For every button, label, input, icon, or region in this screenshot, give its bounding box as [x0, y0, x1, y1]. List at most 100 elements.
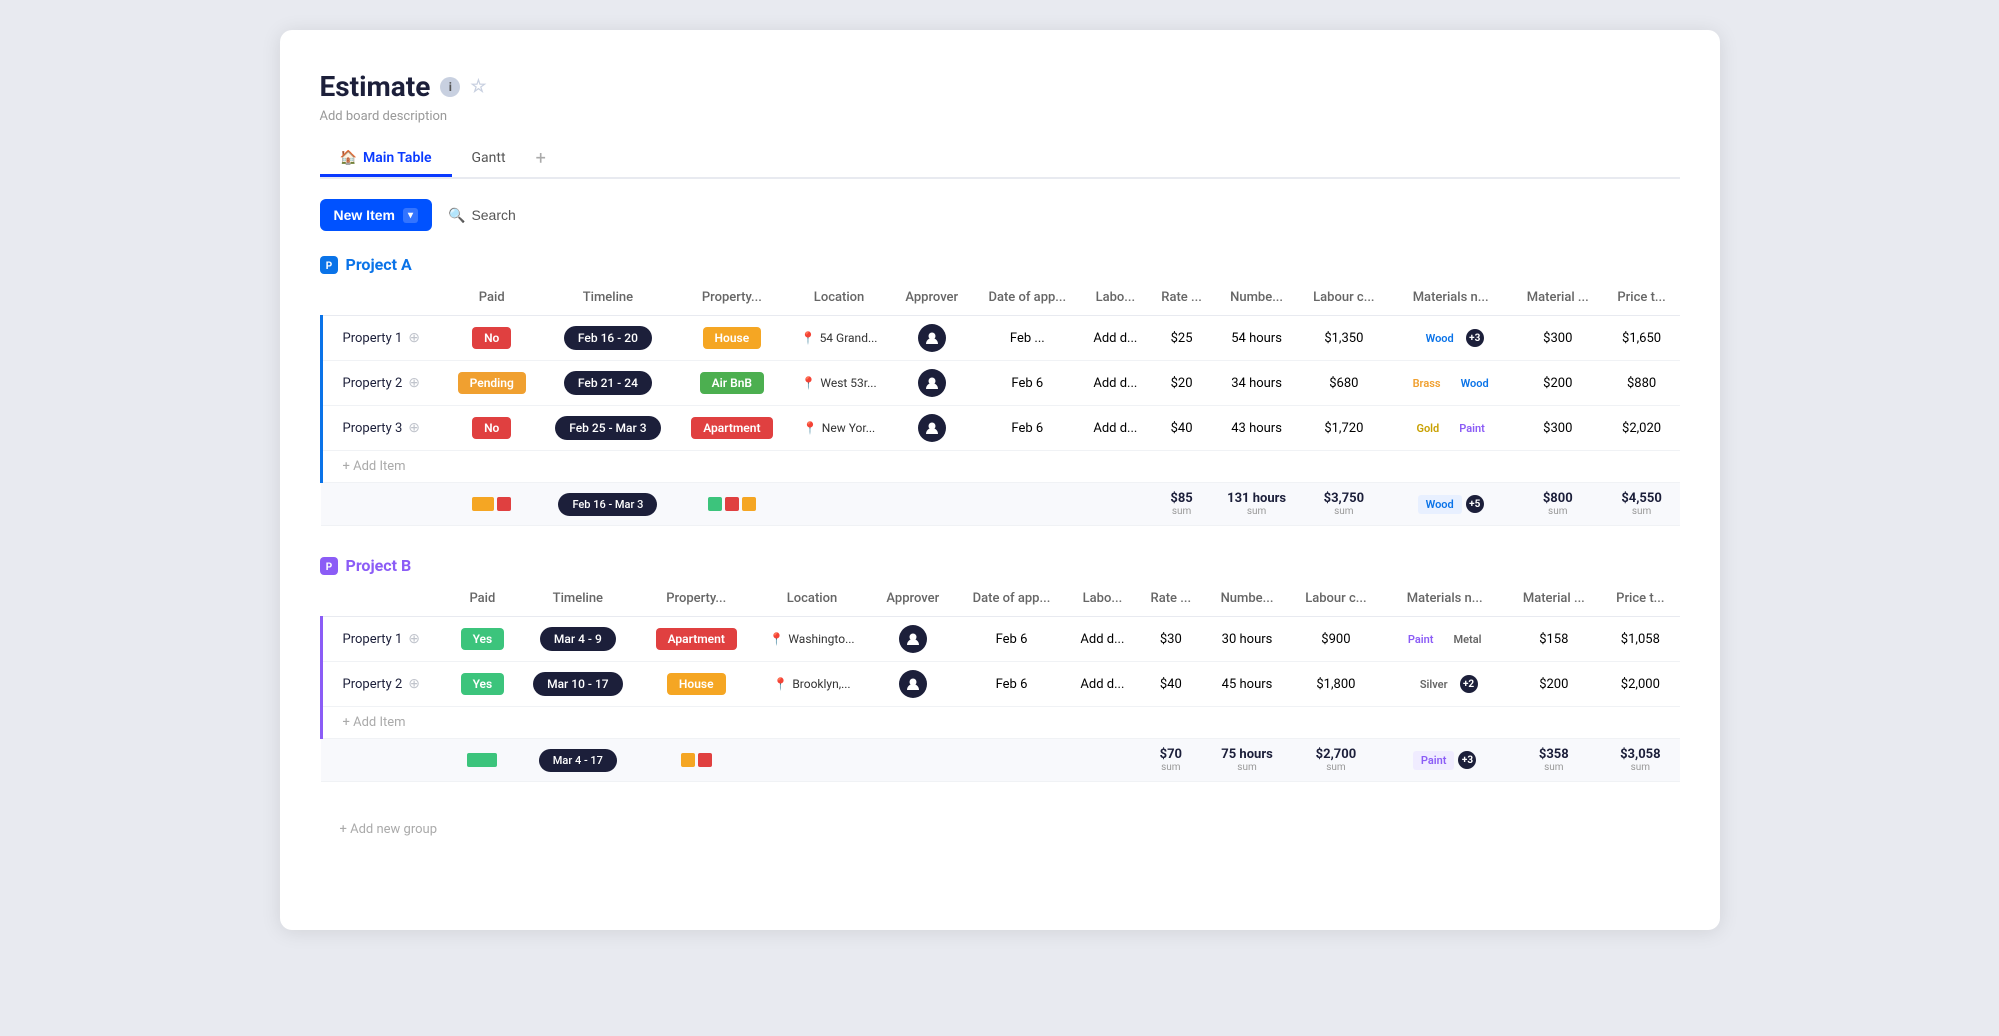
col-labourcost-b: Labour c...	[1289, 581, 1383, 617]
timeline-cell[interactable]: Feb 25 - Mar 3	[539, 406, 677, 451]
date-cell: Feb ...	[972, 316, 1082, 361]
labourcost-cell: $1,720	[1298, 406, 1389, 451]
table-row: Property 2 ⊕ Yes Mar 10 - 17 House 📍 Bro…	[321, 662, 1680, 707]
table-row: Property 1 ⊕ No Feb 16 - 20 House 📍 54 G…	[321, 316, 1680, 361]
col-timeline-b: Timeline	[516, 581, 639, 617]
search-icon: 🔍	[448, 207, 465, 224]
star-icon[interactable]: ☆	[470, 76, 486, 97]
project-a-table: Paid Timeline Property... Location Appro…	[320, 280, 1680, 526]
labo-cell: Add d...	[1082, 361, 1148, 406]
property-cell[interactable]: Apartment	[677, 406, 787, 451]
approver-cell	[871, 662, 955, 707]
location-cell: 📍 54 Grand...	[787, 316, 892, 361]
timeline-cell[interactable]: Mar 10 - 17	[516, 662, 639, 707]
property-cell[interactable]: House	[640, 662, 753, 707]
approver-cell	[871, 617, 955, 662]
rate-cell: $25	[1148, 316, 1215, 361]
paid-cell[interactable]: Yes	[449, 617, 517, 662]
add-row-icon[interactable]: ⊕	[408, 676, 420, 692]
number-cell: 30 hours	[1205, 617, 1289, 662]
project-a-title: Project A	[346, 255, 412, 274]
row-name-cell: Property 2 ⊕	[321, 361, 445, 406]
home-icon: 🏠	[340, 150, 357, 166]
tab-bar: 🏠 Main Table Gantt +	[320, 140, 1680, 179]
col-matcost-b: Material ...	[1506, 581, 1601, 617]
location-cell: 📍 Brooklyn,...	[753, 662, 871, 707]
add-row-icon[interactable]: ⊕	[408, 420, 420, 436]
matcost-cell: $300	[1512, 406, 1604, 451]
project-b-header-row: Paid Timeline Property... Location Appro…	[321, 581, 1680, 617]
labourcost-cell: $1,350	[1298, 316, 1389, 361]
col-approver-a: Approver	[891, 280, 972, 316]
location-pin-icon: 📍	[801, 331, 816, 345]
paid-cell[interactable]: No	[445, 406, 539, 451]
number-cell: 45 hours	[1205, 662, 1289, 707]
col-matcost-a: Material ...	[1512, 280, 1604, 316]
page-subtitle: Add board description	[320, 109, 1680, 124]
new-item-button[interactable]: New Item ▾	[320, 199, 433, 231]
table-row: Property 1 ⊕ Yes Mar 4 - 9 Apartment 📍 W…	[321, 617, 1680, 662]
tab-add-button[interactable]: +	[526, 140, 556, 177]
number-cell: 43 hours	[1215, 406, 1298, 451]
project-a-header-row: Paid Timeline Property... Location Appro…	[321, 280, 1680, 316]
project-a-section: P Project A Paid Timeline Property... Lo…	[320, 255, 1680, 526]
rate-cell: $40	[1148, 406, 1215, 451]
avatar	[899, 625, 927, 653]
add-row-icon[interactable]: ⊕	[408, 375, 420, 391]
tab-gantt[interactable]: Gantt	[452, 142, 526, 177]
col-price-b: Price t...	[1601, 581, 1679, 617]
avatar	[899, 670, 927, 698]
add-row-icon[interactable]: ⊕	[408, 330, 420, 346]
project-a-table-wrapper: Paid Timeline Property... Location Appro…	[320, 280, 1680, 526]
property-cell[interactable]: Apartment	[640, 617, 753, 662]
property-cell[interactable]: Air BnB	[677, 361, 787, 406]
col-approver-b: Approver	[871, 581, 955, 617]
col-number-a: Numbe...	[1215, 280, 1298, 316]
col-rate-a: Rate ...	[1148, 280, 1215, 316]
matname-cell: Paint Metal	[1383, 617, 1507, 662]
location-cell: 📍 New Yor...	[787, 406, 892, 451]
timeline-cell[interactable]: Mar 4 - 9	[516, 617, 639, 662]
avatar	[918, 414, 946, 442]
col-timeline-a: Timeline	[539, 280, 677, 316]
row-name-cell: Property 1 ⊕	[321, 617, 449, 662]
tab-main-table[interactable]: 🏠 Main Table	[320, 142, 452, 177]
location-pin-icon: 📍	[773, 677, 788, 691]
paid-cell[interactable]: Yes	[449, 662, 517, 707]
table-row: Property 3 ⊕ No Feb 25 - Mar 3 Apartment…	[321, 406, 1680, 451]
page-header: Estimate i ☆	[320, 70, 1680, 103]
paid-cell[interactable]: No	[445, 316, 539, 361]
paid-cell[interactable]: Pending	[445, 361, 539, 406]
timeline-cell[interactable]: Feb 16 - 20	[539, 316, 677, 361]
avatar	[918, 324, 946, 352]
matname-cell: Gold Paint	[1389, 406, 1512, 451]
add-item-row-a[interactable]: + Add Item	[321, 451, 1680, 483]
col-labourcost-a: Labour c...	[1298, 280, 1389, 316]
rate-cell: $40	[1136, 662, 1205, 707]
project-b-title: Project B	[346, 556, 412, 575]
col-location-a: Location	[787, 280, 892, 316]
col-date-a: Date of app...	[972, 280, 1082, 316]
location-cell: 📍 West 53r...	[787, 361, 892, 406]
property-cell[interactable]: House	[677, 316, 787, 361]
col-name-b	[321, 581, 449, 617]
project-a-icon: P	[320, 256, 338, 274]
col-labo-a: Labo...	[1082, 280, 1148, 316]
info-icon[interactable]: i	[440, 77, 460, 97]
add-item-row-b[interactable]: + Add Item	[321, 707, 1680, 739]
rate-cell: $30	[1136, 617, 1205, 662]
col-matname-a: Materials n...	[1389, 280, 1512, 316]
matname-cell: Brass Wood	[1389, 361, 1512, 406]
timeline-cell[interactable]: Feb 21 - 24	[539, 361, 677, 406]
add-group-button[interactable]: + Add new group	[320, 812, 1680, 847]
search-button[interactable]: 🔍 Search	[448, 207, 516, 224]
matcost-cell: $158	[1506, 617, 1601, 662]
labourcost-cell: $900	[1289, 617, 1383, 662]
add-row-icon[interactable]: ⊕	[408, 631, 420, 647]
location-pin-icon: 📍	[769, 632, 784, 646]
svg-text:P: P	[325, 261, 332, 272]
svg-text:P: P	[325, 562, 332, 573]
date-cell: Feb 6	[972, 361, 1082, 406]
row-name-cell: Property 3 ⊕	[321, 406, 445, 451]
col-labo-b: Labo...	[1068, 581, 1136, 617]
